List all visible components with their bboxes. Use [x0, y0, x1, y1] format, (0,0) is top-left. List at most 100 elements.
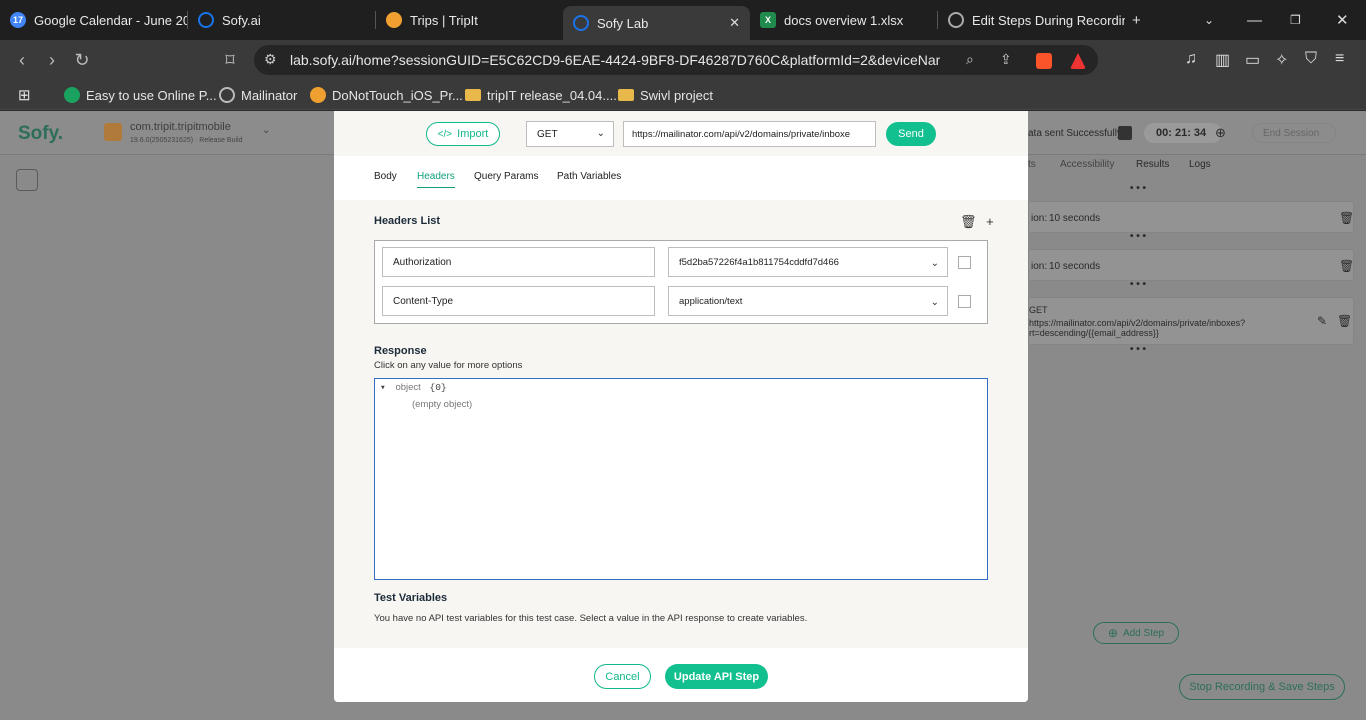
- json-empty-object: (empty object): [412, 399, 473, 410]
- s-icon: [64, 87, 80, 103]
- folder-icon: [465, 89, 481, 101]
- vpn-icon[interactable]: ⛉: [1305, 50, 1317, 68]
- site-info-icon[interactable]: ⚙: [264, 51, 277, 68]
- chevron-down-icon[interactable]: ⌄: [262, 125, 270, 136]
- json-root[interactable]: ▾ object {0}: [380, 382, 447, 393]
- brave-rewards-icon[interactable]: [1070, 53, 1086, 69]
- sidebar-icon[interactable]: ▥: [1215, 50, 1230, 70]
- url-field[interactable]: ⚙ lab.sofy.ai/home?sessionGUID=E5C62CD9-…: [254, 45, 1098, 75]
- bookmark-item[interactable]: Swivl project: [618, 86, 713, 104]
- share-icon[interactable]: ⇪: [1000, 51, 1012, 68]
- delete-icon[interactable]: 🗑: [1339, 259, 1354, 273]
- tab-body[interactable]: Body: [374, 171, 397, 187]
- import-button[interactable]: </> Import: [426, 122, 500, 146]
- apps-icon[interactable]: ⊞: [18, 86, 31, 104]
- sofy-icon: [198, 12, 214, 28]
- headers-list-title: Headers List: [374, 215, 441, 227]
- step-card[interactable]: ion: 10 seconds 🗑: [1028, 249, 1354, 281]
- add-time-icon[interactable]: ⊕: [1215, 125, 1226, 141]
- close-icon[interactable]: ✕: [729, 15, 740, 31]
- request-bar: </> Import GET ⌄ https://mailinator.com/…: [334, 111, 1028, 156]
- restore-icon[interactable]: ❐: [1290, 0, 1301, 40]
- reload-icon[interactable]: ↻: [72, 50, 92, 70]
- bookmark-item[interactable]: Easy to use Online P...: [64, 86, 217, 104]
- tab-accessibility[interactable]: Accessibility: [1060, 159, 1114, 170]
- request-url-input[interactable]: https://mailinator.com/api/v2/domains/pr…: [623, 121, 876, 147]
- delete-icon[interactable]: 🗑: [1337, 314, 1352, 328]
- caret-down-icon[interactable]: ▾: [380, 382, 386, 393]
- browser-tab-bar: 17 Google Calendar - June 20 Sofy.ai Tri…: [0, 0, 1366, 40]
- send-button[interactable]: Send: [886, 122, 936, 146]
- chevron-down-icon[interactable]: ⌄: [1204, 0, 1214, 40]
- tab-results[interactable]: Results: [1136, 159, 1169, 170]
- bookmark-item[interactable]: tripIT release_04.04....: [465, 86, 617, 104]
- browser-tab-sofy-lab[interactable]: Sofy Lab ✕: [563, 6, 750, 40]
- header-checkbox[interactable]: [958, 256, 971, 269]
- search-icon[interactable]: ⌕: [966, 51, 974, 68]
- music-icon[interactable]: ♫: [1185, 50, 1197, 68]
- tab-title: Sofy.ai: [222, 12, 261, 28]
- tab-path-variables[interactable]: Path Variables: [557, 171, 621, 187]
- header-key-input[interactable]: Content-Type: [382, 286, 655, 316]
- new-tab-icon[interactable]: +: [1132, 0, 1141, 40]
- more-icon[interactable]: • • •: [1130, 279, 1146, 290]
- tab-title: docs overview 1.xlsx: [784, 12, 904, 28]
- more-icon[interactable]: • • •: [1130, 344, 1146, 355]
- wallet-icon[interactable]: ▭: [1245, 50, 1260, 70]
- bookmark-item[interactable]: Mailinator: [219, 86, 297, 104]
- add-icon[interactable]: +: [986, 214, 994, 229]
- app-icon: [104, 123, 122, 141]
- add-icon: ⊕: [1107, 626, 1118, 640]
- forward-icon[interactable]: ›: [42, 50, 62, 70]
- more-icon[interactable]: • • •: [1130, 183, 1146, 194]
- back-icon[interactable]: ‹: [12, 50, 32, 70]
- url-text[interactable]: lab.sofy.ai/home?sessionGUID=E5C62CD9-6E…: [290, 52, 940, 68]
- leo-icon[interactable]: ✧: [1275, 50, 1288, 70]
- cancel-button[interactable]: Cancel: [594, 664, 651, 689]
- bookmark-icon[interactable]: ⌑: [220, 50, 240, 70]
- tab-logs[interactable]: Logs: [1189, 159, 1211, 170]
- method-select[interactable]: GET ⌄: [526, 121, 614, 147]
- steps-panel: ata sent Successfully 00: 21: 34 ⊕ End S…: [1028, 111, 1366, 720]
- tripit-icon: [310, 87, 326, 103]
- browser-tab-excel[interactable]: X docs overview 1.xlsx: [750, 0, 937, 40]
- browser-tab-sofy[interactable]: Sofy.ai: [188, 0, 375, 40]
- window-close-icon[interactable]: ✕: [1336, 0, 1349, 40]
- folder-icon: [618, 89, 634, 101]
- header-value-select[interactable]: f5d2ba57226f4a1b811754cddfd7d466 ⌄: [668, 247, 948, 277]
- delete-icon[interactable]: 🗑: [1339, 211, 1354, 225]
- chevron-down-icon: ⌄: [596, 128, 605, 139]
- chevron-down-icon: ⌄: [930, 258, 939, 269]
- update-api-step-button[interactable]: Update API Step: [665, 664, 768, 689]
- tab-query-params[interactable]: Query Params: [474, 171, 538, 187]
- edit-icon[interactable]: ✎: [1317, 314, 1327, 328]
- stop-recording-button[interactable]: Stop Recording & Save Steps: [1179, 674, 1345, 700]
- browser-tab-tripit[interactable]: Trips | TripIt: [376, 0, 563, 40]
- header-value-select[interactable]: application/text ⌄: [668, 286, 948, 316]
- minimize-icon[interactable]: —: [1247, 0, 1262, 40]
- browser-tab-calendar[interactable]: 17 Google Calendar - June 20: [0, 0, 187, 40]
- tab-title: Google Calendar - June 20: [34, 12, 187, 28]
- end-session-button[interactable]: End Session: [1252, 123, 1336, 143]
- response-viewer[interactable]: ▾ object {0} (empty object): [374, 378, 988, 580]
- response-title: Response: [374, 345, 427, 357]
- test-variables-text: You have no API test variables for this …: [374, 613, 808, 624]
- tab-tests[interactable]: ts: [1028, 159, 1036, 170]
- menu-icon[interactable]: ≡: [1335, 50, 1344, 68]
- chevron-down-icon: ⌄: [930, 297, 939, 308]
- bookmark-item[interactable]: DoNotTouch_iOS_Pr...: [310, 86, 463, 104]
- package-build: 19.6.0(2505231625) · Release Build: [130, 137, 243, 144]
- tab-headers[interactable]: Headers: [417, 171, 455, 188]
- browser-tab-edit-steps[interactable]: Edit Steps During Recordin: [938, 0, 1125, 40]
- sidebar-toggle-icon[interactable]: [16, 169, 38, 191]
- package-name: com.tripit.tripitmobile: [130, 121, 231, 133]
- more-icon[interactable]: • • •: [1130, 231, 1146, 242]
- session-timer: 00: 21: 34: [1144, 123, 1222, 143]
- brave-shield-icon[interactable]: [1036, 53, 1052, 69]
- add-step-button[interactable]: ⊕ Add Step: [1093, 622, 1179, 644]
- header-checkbox[interactable]: [958, 295, 971, 308]
- delete-icon[interactable]: 🗑: [960, 214, 977, 229]
- step-card[interactable]: ion: 10 seconds 🗑: [1028, 201, 1354, 233]
- step-card-api[interactable]: GET https://mailinator.com/api/v2/domain…: [1028, 297, 1354, 345]
- header-key-input[interactable]: Authorization: [382, 247, 655, 277]
